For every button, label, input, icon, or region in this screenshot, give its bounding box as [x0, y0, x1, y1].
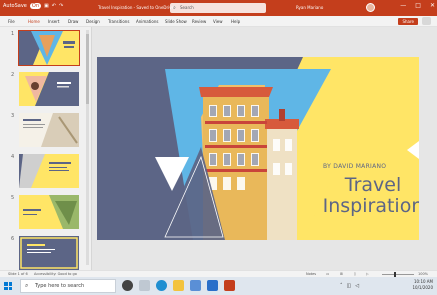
save-icon[interactable]: ▣: [44, 3, 49, 9]
thumbnail-3-art: [19, 113, 79, 147]
redo-icon[interactable]: ↷: [59, 3, 63, 9]
thumbnail-scrollbar[interactable]: [86, 30, 89, 265]
autosave-toggle[interactable]: On: [29, 3, 41, 9]
thumb-number: 5: [11, 195, 15, 201]
thumbnail-6-art: [19, 236, 79, 270]
mail-icon[interactable]: [207, 280, 218, 291]
file-explorer-icon[interactable]: [173, 280, 184, 291]
network-icon[interactable]: ◫: [347, 283, 352, 289]
powerpoint-icon[interactable]: [224, 280, 235, 291]
slide-subtitle[interactable]: BY DAVID MARIANO: [323, 163, 386, 170]
slide-thumbnail-1[interactable]: [18, 30, 80, 66]
store-icon[interactable]: [190, 280, 201, 291]
reading-view-icon[interactable]: ▯: [354, 272, 356, 276]
thumb-number: 4: [11, 154, 15, 160]
slide-title-line-2: Inspiration: [322, 195, 419, 217]
search-box[interactable]: ⌕ Search: [170, 3, 266, 13]
slide-thumbnail-2[interactable]: [19, 72, 79, 106]
tab-transitions[interactable]: Transitions: [108, 19, 129, 24]
slide-thumbnail-pane: 1 2 3 4 5 6: [0, 27, 92, 270]
maximize-icon[interactable]: □: [415, 2, 421, 9]
ribbon-right-actions: Share: [398, 17, 431, 25]
accessibility-status[interactable]: Accessibility: Good to go: [34, 272, 77, 276]
thumbnail-1-art: [19, 31, 79, 65]
notes-button[interactable]: Notes: [306, 272, 316, 276]
taskbar-search-box[interactable]: ⌕ Type here to search: [20, 279, 116, 293]
thumb-number: 1: [11, 31, 15, 37]
taskbar-apps: [122, 280, 235, 291]
document-title: Travel Inspiration - Saved to OneDrive: [98, 5, 175, 10]
slide-thumbnail-5[interactable]: [19, 195, 79, 229]
thumbnail-4-art: [19, 154, 79, 188]
slide-canvas[interactable]: Travel Inspiration: [97, 57, 419, 240]
search-placeholder: Search: [180, 5, 194, 10]
thumbnail-2-art: [19, 72, 79, 106]
user-name[interactable]: Ryan Mariano: [296, 5, 323, 10]
quick-access-toolbar: AutoSave On ▣ ↶ ↷: [3, 3, 63, 9]
thumb-number: 3: [11, 113, 15, 119]
autosave-label: AutoSave: [3, 3, 27, 9]
zoom-slider[interactable]: [382, 272, 414, 277]
tab-help[interactable]: Help: [231, 19, 240, 24]
slide-title[interactable]: Travel Inspiration: [323, 175, 419, 217]
volume-icon[interactable]: ◁: [355, 283, 359, 289]
ribbon-tabs: File Home Insert Draw Design Transitions…: [0, 16, 437, 27]
tab-insert[interactable]: Insert: [48, 19, 59, 24]
avatar[interactable]: [366, 3, 375, 12]
search-icon: ⌕: [173, 5, 176, 11]
windows-start-icon[interactable]: [4, 282, 12, 290]
scrollbar-thumb[interactable]: [86, 34, 89, 104]
clock-date: 10/1/2020: [412, 285, 433, 290]
edge-icon[interactable]: [156, 280, 167, 291]
tab-animations[interactable]: Animations: [136, 19, 158, 24]
chevron-up-icon[interactable]: ˄: [340, 283, 343, 289]
share-button[interactable]: Share: [398, 17, 418, 25]
task-view-icon[interactable]: [139, 280, 150, 291]
taskbar-clock[interactable]: 10:10 AM 10/1/2020: [412, 279, 433, 291]
minimize-icon[interactable]: —: [400, 2, 406, 9]
cortana-icon[interactable]: [122, 280, 133, 291]
tab-review[interactable]: Review: [192, 19, 206, 24]
thumb-number: 2: [11, 72, 15, 78]
tab-slide-show[interactable]: Slide Show: [165, 19, 187, 24]
thumbnail-5-art: [19, 195, 79, 229]
window-controls: — □ ✕: [400, 2, 435, 9]
zoom-level[interactable]: 100%: [418, 272, 428, 276]
slide-thumbnail-3[interactable]: [19, 113, 79, 147]
windows-taskbar: ⌕ Type here to search ˄ ◫ ◁ 10:10 AM 10/…: [0, 277, 437, 295]
slide-counter: Slide 1 of 6: [8, 272, 28, 276]
slide-thumbnail-6[interactable]: [19, 236, 79, 270]
undo-icon[interactable]: ↶: [52, 3, 56, 9]
title-bar: AutoSave On ▣ ↶ ↷ Travel Inspiration - S…: [0, 0, 437, 16]
slideshow-icon[interactable]: ▷: [366, 272, 369, 276]
system-tray-icons: ˄ ◫ ◁: [340, 283, 359, 289]
tab-design[interactable]: Design: [86, 19, 100, 24]
thumb-number: 6: [11, 236, 15, 242]
slide-sorter-icon[interactable]: ⊞: [340, 272, 343, 276]
tab-view[interactable]: View: [213, 19, 223, 24]
tab-file[interactable]: File: [8, 19, 15, 24]
slide-thumbnail-4[interactable]: [19, 154, 79, 188]
search-icon: ⌕: [25, 282, 29, 289]
status-bar: Slide 1 of 6 Accessibility: Good to go N…: [0, 270, 437, 277]
tab-draw[interactable]: Draw: [68, 19, 78, 24]
close-icon[interactable]: ✕: [430, 2, 435, 9]
slide-title-line-1: Travel: [344, 174, 402, 196]
taskbar-search-placeholder: Type here to search: [35, 283, 85, 289]
normal-view-icon[interactable]: ▭: [326, 272, 329, 276]
comments-icon[interactable]: [422, 17, 431, 25]
tab-home[interactable]: Home: [28, 19, 40, 24]
